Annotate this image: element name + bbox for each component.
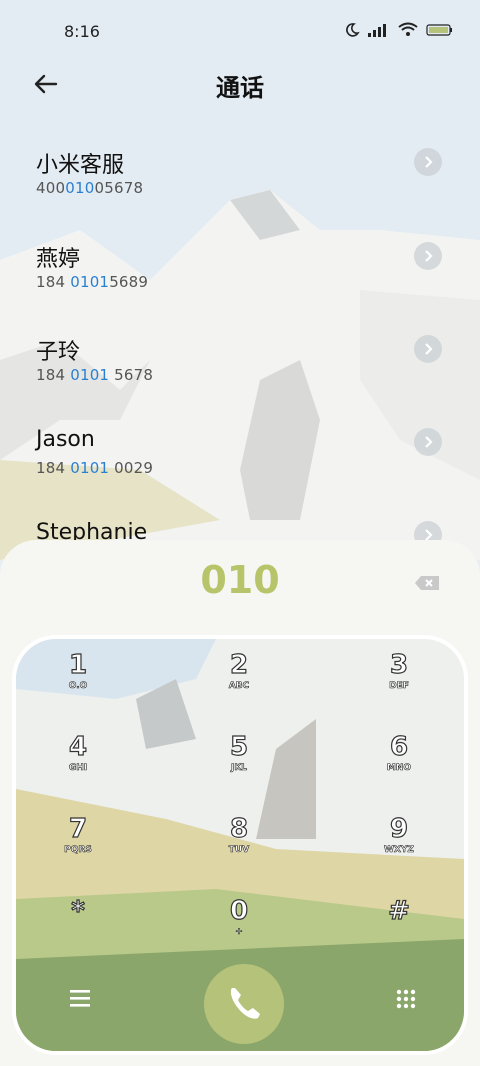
contact-number: 184 0101 0029 <box>36 459 154 477</box>
key-1[interactable]: 1 O.O <box>33 650 123 721</box>
contact-name: 燕婷 <box>36 247 81 272</box>
key-7[interactable]: 7 PQRS <box>33 814 123 885</box>
dialed-number: 010 <box>200 558 280 602</box>
status-icons <box>344 22 454 38</box>
top-bar: 通话 <box>0 60 480 110</box>
chevron-right-icon[interactable] <box>414 335 442 363</box>
signal-icon <box>368 24 386 37</box>
key-star[interactable]: * <box>33 896 123 967</box>
key-2[interactable]: 2 ABC <box>194 650 284 721</box>
contact-number: 184 0101 5678 <box>36 366 154 384</box>
contact-item[interactable]: 小米客服 40001005678 <box>0 140 480 220</box>
key-9[interactable]: 9 WXYZ <box>354 814 444 885</box>
menu-icon[interactable] <box>68 987 92 1009</box>
chevron-right-icon[interactable] <box>414 242 442 270</box>
status-bar: 8:16 <box>0 0 480 60</box>
backspace-icon[interactable] <box>414 575 440 591</box>
contact-name: 子玲 <box>36 340 81 365</box>
contact-number: 184 01015689 <box>36 273 149 291</box>
moon-icon <box>346 23 360 37</box>
key-3[interactable]: 3 DEF <box>354 650 444 721</box>
page-title: 通话 <box>216 74 264 102</box>
key-4[interactable]: 4 GHI <box>33 732 123 803</box>
phone-icon <box>230 988 260 1019</box>
key-8[interactable]: 8 TUV <box>194 814 284 885</box>
dialer-panel: 010 1 O.O 2 ABC 3 DEF 4 GHI 5 JKL 6 MNO 7 PQRS … <box>0 540 480 1066</box>
chevron-right-icon[interactable] <box>414 428 442 456</box>
contact-name: Jason <box>36 427 95 452</box>
contact-name: 小米客服 <box>36 153 125 178</box>
key-0[interactable]: 0 + <box>194 896 284 967</box>
key-hash[interactable]: # <box>354 896 444 967</box>
wifi-icon <box>398 22 418 36</box>
chevron-right-icon[interactable] <box>414 148 442 176</box>
keypad: 1 O.O 2 ABC 3 DEF 4 GHI 5 JKL 6 MNO 7 PQRS 8 TUV… <box>12 635 468 1055</box>
call-button[interactable] <box>204 964 284 1044</box>
contact-item[interactable]: 燕婷 184 01015689 <box>0 234 480 314</box>
battery-icon <box>426 24 452 36</box>
key-6[interactable]: 6 MNO <box>354 732 444 803</box>
keypad-grid-icon[interactable] <box>394 987 418 1011</box>
status-time: 8:16 <box>64 22 100 41</box>
contact-number: 40001005678 <box>36 179 144 197</box>
contact-item[interactable]: Jason 184 0101 0029 <box>0 420 480 500</box>
key-5[interactable]: 5 JKL <box>194 732 284 803</box>
contact-item[interactable]: 子玲 184 0101 5678 <box>0 327 480 407</box>
